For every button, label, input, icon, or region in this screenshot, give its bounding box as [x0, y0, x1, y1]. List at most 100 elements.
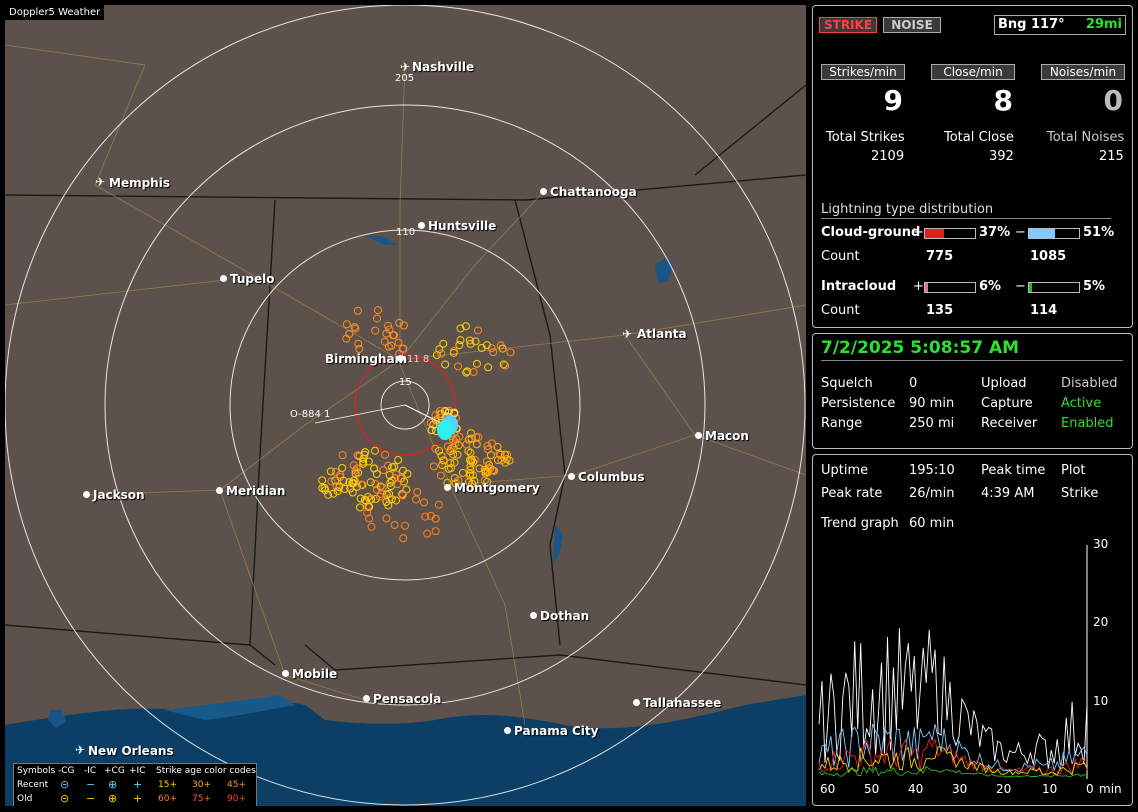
ic-pos-old-icon: + [133, 792, 143, 805]
strike-marker [382, 514, 391, 523]
strike-marker [373, 314, 382, 323]
strike-marker [458, 468, 467, 477]
cg-negative-bar [1028, 228, 1080, 239]
noise-button[interactable]: NOISE [883, 17, 941, 33]
strike-marker [353, 306, 362, 315]
strikes-per-min-header[interactable]: Strikes/min [821, 64, 905, 80]
city-label: Columbus [578, 470, 645, 484]
minus-sign: − [1015, 279, 1026, 294]
city-label: Meridian [226, 484, 286, 498]
city-dot [363, 695, 370, 702]
intracloud-label: Intracloud [821, 279, 897, 294]
strike-marker [367, 522, 376, 531]
datetime: 7/2/2025 5:08:57 AM [821, 338, 1020, 358]
total-close-value: 392 [989, 149, 1014, 164]
strike-marker [439, 339, 448, 348]
city-dot [418, 222, 425, 229]
legend-header: +CG [104, 766, 125, 776]
airport-icon: ✈ [75, 743, 86, 757]
squelch-label: Squelch [821, 376, 873, 391]
strike-marker [384, 342, 393, 351]
strike-marker [394, 455, 403, 464]
city-label: Tupelo [230, 272, 275, 286]
peak-rate-value: 26/min [909, 486, 955, 501]
strike-marker [434, 500, 443, 509]
city-label: Birmingham [325, 352, 408, 366]
bearing-box: Bng 117° 29mi [994, 15, 1126, 35]
window-title: Doppler5 Weather [5, 5, 105, 20]
city-label: New Orleans [88, 744, 174, 758]
strike-marker [456, 336, 465, 345]
divider [821, 218, 1111, 219]
strike-marker [338, 463, 347, 472]
cloud-ground-label: Cloud-ground [821, 225, 921, 240]
city-dot [504, 727, 511, 734]
capture-label: Capture [981, 396, 1033, 411]
ic-positive-pct: 6% [979, 279, 1002, 294]
legend-recent-label: Recent [17, 780, 49, 790]
ic-neg-old-icon: − [86, 792, 96, 805]
city-dot [216, 487, 223, 494]
total-strikes-label: Total Strikes [826, 130, 905, 145]
range-label: Range [821, 416, 863, 431]
strike-marker [399, 534, 408, 543]
strike-marker [432, 351, 441, 360]
strike-marker [486, 451, 495, 460]
strike-marker [379, 466, 388, 475]
strike-marker [355, 503, 364, 512]
symbol-legend: Symbols -CG -IC +CG +IC Strike age color… [13, 763, 257, 806]
city-label: Chattanooga [550, 185, 637, 199]
count-label: Count [821, 303, 860, 318]
x-tick: 40 [908, 782, 924, 796]
city-label: Atlanta [637, 327, 687, 341]
bearing-value: Bng 117° [998, 17, 1065, 32]
cg-neg-old-icon: ⊝ [60, 792, 70, 805]
cg-positive-pct: 37% [979, 225, 1011, 240]
total-noises-value: 215 [1099, 149, 1124, 164]
range-ring-label: 15 [399, 377, 412, 388]
cg-negative-pct: 51% [1083, 225, 1115, 240]
city-dot [282, 670, 289, 677]
plus-sign: + [913, 225, 924, 240]
strike-marker [466, 448, 475, 457]
strike-button[interactable]: STRIKE [819, 17, 877, 33]
persistence-label: Persistence [821, 396, 896, 411]
city-label: Mobile [292, 667, 338, 681]
legend-old-label: Old [17, 794, 33, 804]
cg-positive-bar [924, 228, 976, 239]
ic-positive-bar [924, 282, 976, 293]
strike-marker [392, 496, 401, 505]
uptime-value: 195:10 [909, 463, 955, 478]
strike-marker [437, 349, 446, 358]
divider [821, 360, 1123, 361]
receiver-label: Receiver [981, 416, 1038, 431]
strike-marker [381, 450, 390, 459]
city-dot [633, 699, 640, 706]
city-label: Memphis [109, 176, 170, 190]
strike-marker [506, 348, 515, 357]
strike-marker [464, 447, 473, 456]
strike-marker [372, 470, 381, 479]
cg-pos-recent-icon: ⊕ [108, 778, 118, 791]
close-per-min-value: 8 [993, 84, 1013, 117]
plot-value[interactable]: Strike [1061, 486, 1098, 501]
age-code: 75+ [192, 794, 211, 804]
noises-per-min-header[interactable]: Noises/min [1041, 64, 1125, 80]
city-label: Nashville [412, 60, 475, 74]
total-strikes-value: 2109 [871, 149, 905, 164]
strike-marker [441, 360, 450, 369]
radar-map[interactable]: Doppler5 Weather ✈ Nashville ✈ Memphis C… [5, 5, 806, 806]
strike-marker [472, 359, 481, 368]
capture-value: Active [1061, 396, 1102, 411]
city-label: Jackson [93, 488, 145, 502]
minus-sign: − [1015, 225, 1026, 240]
strike-marker [431, 527, 440, 536]
ic-neg-recent-icon: − [86, 778, 96, 791]
strike-marker [371, 326, 380, 335]
cg-pos-old-icon: ⊕ [108, 792, 118, 805]
squelch-value: 0 [909, 376, 918, 391]
city-dot [220, 275, 227, 282]
close-per-min-header[interactable]: Close/min [931, 64, 1015, 80]
trend-graph-label: Trend graph [821, 516, 899, 531]
city-dot [444, 484, 451, 491]
